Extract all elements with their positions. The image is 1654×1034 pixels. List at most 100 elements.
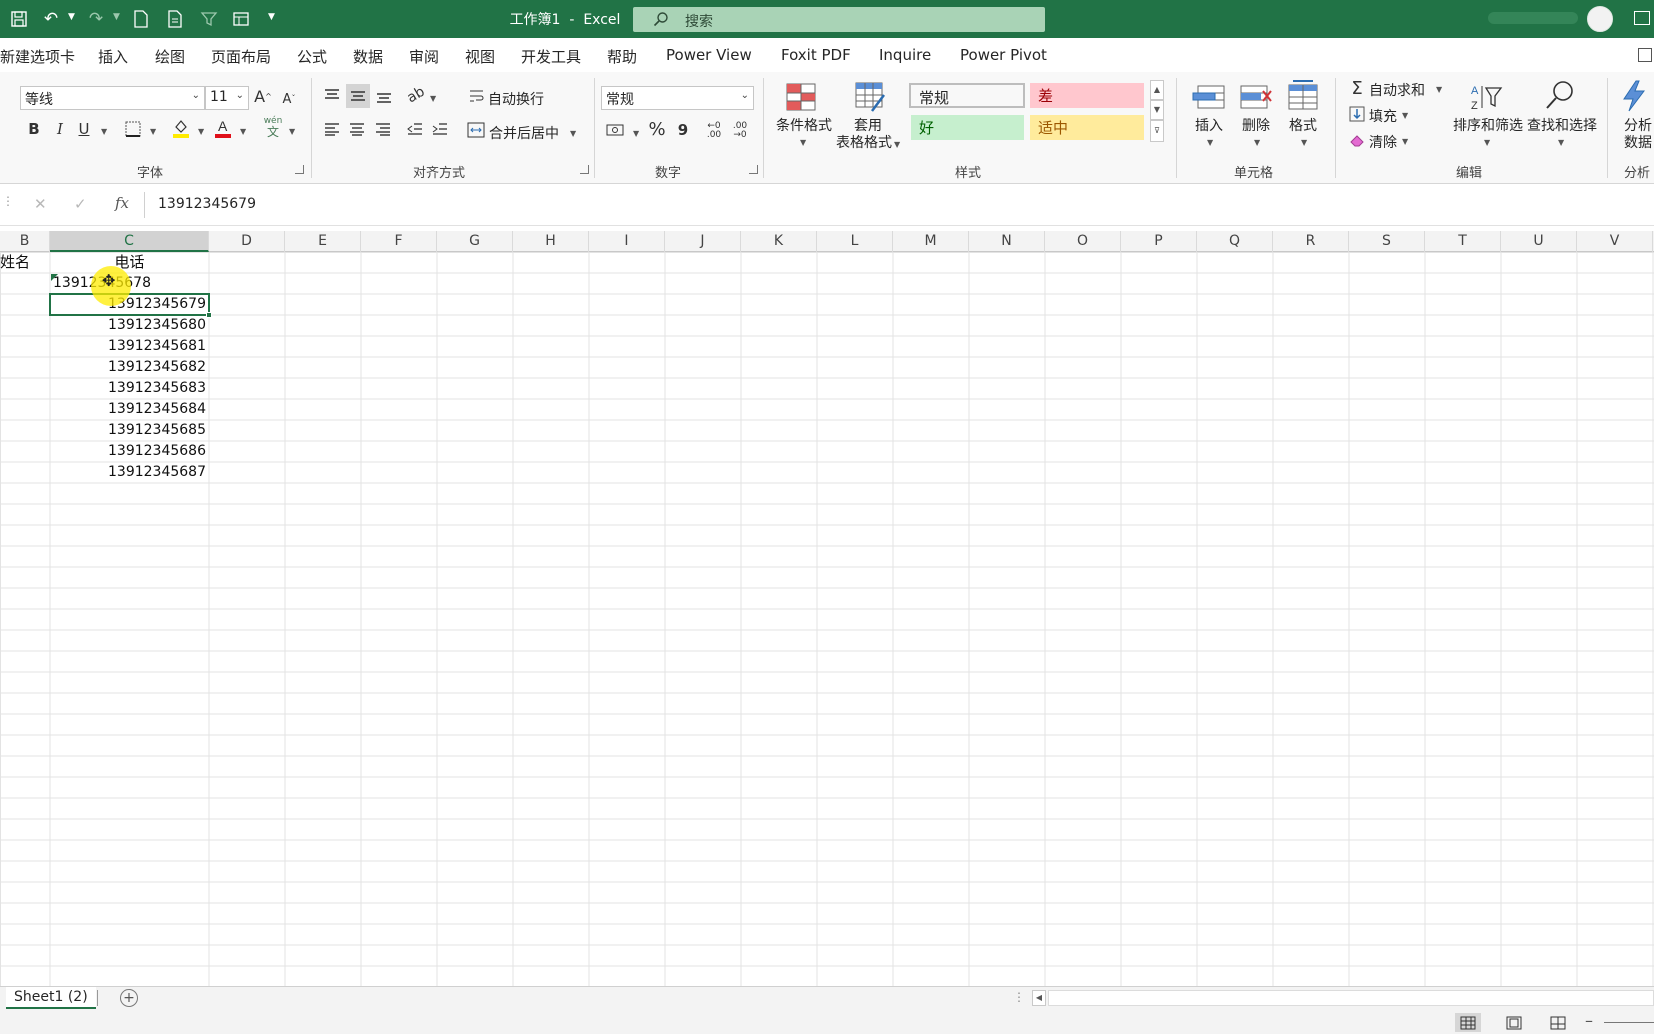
chevron-down-icon[interactable]: ▼ [430,94,436,103]
italic-button[interactable]: I [50,118,70,140]
cell-grid[interactable]: 姓名 电话 13912345678 13912345679 1391234568… [0,252,1654,986]
align-left-icon[interactable] [321,118,343,140]
column-header-d[interactable]: D [209,231,285,252]
cell-c7[interactable]: 13912345683 [50,378,206,399]
chevron-down-icon[interactable]: ▼ [101,127,107,136]
sheet-tab-active[interactable]: Sheet1 (2) [6,987,96,1009]
font-name-combo[interactable]: 等线 ⌄ [20,86,205,110]
merge-center-button[interactable]: 合并后居中 [489,123,559,143]
form-icon[interactable] [230,8,252,30]
cell-c10[interactable]: 13912345686 [50,441,206,462]
zoom-out-icon[interactable]: – [1585,1011,1593,1030]
chevron-down-icon[interactable]: ▼ [1254,138,1260,147]
format-as-table-label-2[interactable]: 表格格式 [836,135,892,152]
tab-view[interactable]: 视图 [465,46,495,67]
undo-dropdown-icon[interactable]: ▼ [68,12,75,22]
number-format-combo[interactable]: 常规 ⌄ [601,86,754,110]
share-icon[interactable] [1638,48,1652,62]
customize-toolbar-icon[interactable]: ▼ [268,12,275,22]
cell-c1[interactable]: 电话 [50,252,209,273]
ribbon-display-options-icon[interactable] [1634,11,1650,25]
increase-decimal-button[interactable]: ←0 .00 [703,120,725,142]
tab-new[interactable]: 新建选项卡 [0,46,75,67]
wrap-text-button[interactable]: 自动换行 [488,89,544,109]
decrease-font-size-icon[interactable]: Aˇ [279,88,299,110]
cell-b1[interactable]: 姓名 [0,252,50,273]
chevron-down-icon[interactable]: ▼ [1484,138,1490,147]
scroll-split-handle-icon[interactable]: ⋮ [1013,990,1025,1004]
cell-c5[interactable]: 13912345681 [50,336,206,357]
chevron-down-icon[interactable]: ▼ [289,127,295,136]
chevron-down-icon[interactable]: ▼ [240,127,246,136]
chevron-down-icon[interactable]: ▼ [1402,137,1408,146]
column-header-o[interactable]: O [1045,231,1121,252]
normal-view-icon[interactable] [1455,1013,1481,1032]
page-layout-view-icon[interactable] [1501,1013,1527,1032]
cell-style-normal[interactable]: 常规 [909,83,1025,108]
align-bottom-icon[interactable] [373,86,395,108]
decrease-indent-icon[interactable] [404,118,426,140]
column-header-b[interactable]: B [0,231,50,252]
print-preview-icon[interactable] [164,8,186,30]
borders-icon[interactable] [122,118,144,140]
column-header-c[interactable]: C [50,231,209,252]
column-header-u[interactable]: U [1501,231,1577,252]
autosum-button[interactable]: 自动求和 [1369,80,1425,100]
underline-button[interactable]: U [74,118,94,140]
chevron-down-icon[interactable]: ▼ [570,129,576,138]
column-header-m[interactable]: M [893,231,969,252]
increase-font-size-icon[interactable]: A ^ [253,86,273,108]
chevron-down-icon[interactable]: ▼ [1402,111,1408,120]
styles-scroll-up-icon[interactable]: ▲ [1150,80,1164,100]
cell-style-good[interactable]: 好 [911,115,1024,140]
number-dialog-launcher-icon[interactable] [749,165,758,174]
search-box[interactable]: 搜索 [633,7,1045,32]
styles-more-icon[interactable]: ⊽ [1150,120,1164,142]
name-box-handle-icon[interactable]: ⋮ [2,194,14,208]
chevron-down-icon[interactable]: ▼ [1436,85,1442,94]
new-file-icon[interactable] [130,8,152,30]
filter-icon[interactable] [198,8,220,30]
format-cells-button[interactable]: 格式 [1289,118,1317,135]
alignment-dialog-launcher-icon[interactable] [580,165,589,174]
font-color-icon[interactable]: A [212,116,234,140]
column-header-r[interactable]: R [1273,231,1349,252]
chevron-down-icon[interactable]: ▼ [633,129,639,138]
cell-c11[interactable]: 13912345687 [50,462,206,483]
clear-button[interactable]: 清除 [1369,132,1397,152]
chevron-down-icon[interactable]: ▼ [198,127,204,136]
save-icon[interactable] [8,8,30,30]
cell-style-neutral[interactable]: 适中 [1030,115,1144,140]
redo-dropdown-icon[interactable]: ▼ [113,12,120,22]
sort-filter-button[interactable]: 排序和筛选 [1453,118,1523,135]
increase-indent-icon[interactable] [429,118,451,140]
chevron-down-icon[interactable]: ▼ [894,140,900,149]
tab-page-layout[interactable]: 页面布局 [211,46,271,67]
column-header-n[interactable]: N [969,231,1045,252]
column-header-i[interactable]: I [589,231,665,252]
column-header-f[interactable]: F [361,231,437,252]
conditional-format-button[interactable]: 条件格式 [776,118,832,135]
column-header-v[interactable]: V [1577,231,1653,252]
undo-icon[interactable]: ↶ [40,8,62,30]
chevron-down-icon[interactable]: ▼ [1207,138,1213,147]
active-cell-selection[interactable] [49,293,210,316]
column-header-t[interactable]: T [1425,231,1501,252]
orientation-icon[interactable]: ab [401,80,431,110]
fill-handle[interactable] [206,312,212,318]
tab-help[interactable]: 帮助 [607,46,637,67]
analyze-data-label-2[interactable]: 数据 [1624,135,1652,152]
scroll-left-icon[interactable]: ◀ [1032,990,1046,1006]
bold-button[interactable]: B [24,118,44,140]
user-name[interactable] [1488,12,1578,24]
column-header-h[interactable]: H [513,231,589,252]
analyze-data-label-1[interactable]: 分析 [1624,118,1652,135]
column-header-k[interactable]: K [741,231,817,252]
phonetic-guide-icon[interactable]: wén 文 [262,116,284,142]
tab-foxit-pdf[interactable]: Foxit PDF [781,46,851,64]
column-header-j[interactable]: J [665,231,741,252]
cell-c8[interactable]: 13912345684 [50,399,206,420]
fill-button[interactable]: 填充 [1369,106,1397,126]
chevron-down-icon[interactable]: ▼ [1301,138,1307,147]
column-header-q[interactable]: Q [1197,231,1273,252]
